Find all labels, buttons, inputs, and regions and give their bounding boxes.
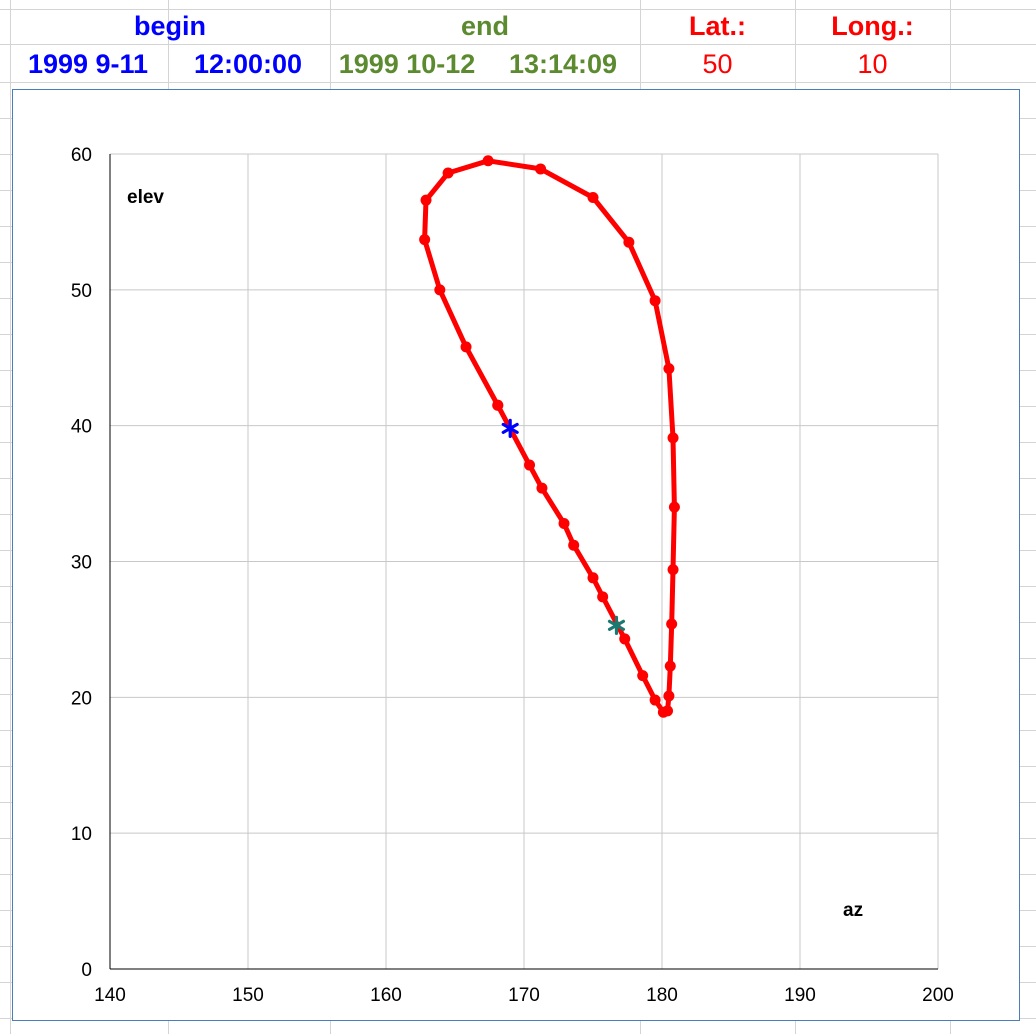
data-point bbox=[419, 234, 431, 246]
x-tick-label-180: 180 bbox=[646, 985, 678, 1006]
y-tick-label-40: 40 bbox=[71, 417, 92, 438]
tick-labels: 140 150 160 170 180 190 200 0 10 20 30 40 50 60 bbox=[71, 145, 954, 1006]
x-tick-label-140: 140 bbox=[94, 985, 126, 1006]
data-point bbox=[649, 295, 661, 307]
data-point bbox=[667, 564, 679, 576]
x-tick-label-200: 200 bbox=[922, 985, 954, 1006]
x-axis-label: az bbox=[843, 900, 863, 921]
data-point bbox=[649, 694, 661, 706]
x-tick-label-170: 170 bbox=[508, 985, 540, 1006]
data-point bbox=[663, 363, 675, 375]
lat-label: Lat.: bbox=[689, 11, 746, 41]
data-point bbox=[442, 167, 454, 179]
y-tick-label-0: 0 bbox=[81, 960, 92, 981]
data-point bbox=[597, 591, 609, 603]
data-point bbox=[492, 399, 504, 411]
lat-value: 50 bbox=[702, 49, 733, 79]
x-tick-label-160: 160 bbox=[370, 985, 402, 1006]
data-point bbox=[662, 705, 674, 717]
data-point bbox=[668, 501, 680, 513]
data-point bbox=[664, 660, 676, 672]
long-value: 10 bbox=[857, 49, 888, 79]
end-time: 13:14:09 bbox=[508, 49, 618, 79]
end-label: end bbox=[460, 11, 509, 41]
data-point bbox=[623, 236, 635, 248]
data-point bbox=[587, 572, 599, 584]
begin-time: 12:00:00 bbox=[193, 49, 303, 79]
data-point bbox=[536, 482, 548, 494]
y-tick-label-50: 50 bbox=[71, 281, 92, 302]
az-elev-chart: 140 150 160 170 180 190 2000102030405060 elev … bbox=[71, 145, 954, 1006]
data-point bbox=[524, 459, 536, 471]
chart-area[interactable]: 140 150 160 170 180 190 200 0 10 20 30 40 50 60 elev … bbox=[12, 89, 1020, 1021]
data-point bbox=[434, 284, 446, 296]
data-point bbox=[667, 432, 679, 444]
data-point bbox=[637, 670, 649, 682]
begin-label: begin bbox=[134, 11, 206, 41]
data-point bbox=[666, 618, 678, 630]
y-tick-label-20: 20 bbox=[71, 688, 92, 709]
data-point bbox=[587, 191, 599, 203]
data-point bbox=[482, 155, 494, 167]
y-tick-label-10: 10 bbox=[71, 824, 92, 845]
y-axis-label: elev bbox=[127, 187, 164, 208]
y-tick-label-30: 30 bbox=[71, 553, 92, 574]
series-line bbox=[422, 158, 677, 715]
x-tick-label-190: 190 bbox=[784, 985, 816, 1006]
gridlines bbox=[110, 153, 939, 969]
data-point bbox=[663, 690, 675, 702]
data-point bbox=[535, 163, 547, 175]
end-date: 1999 10-12 bbox=[338, 49, 476, 79]
data-point bbox=[420, 194, 432, 206]
data-point bbox=[460, 341, 472, 353]
long-label: Long.: bbox=[831, 11, 914, 41]
series-group bbox=[419, 155, 680, 718]
data-point bbox=[568, 539, 580, 551]
data-point bbox=[558, 517, 570, 529]
y-tick-label-60: 60 bbox=[71, 145, 92, 166]
begin-date: 1999 9-11 bbox=[27, 49, 149, 79]
x-tick-label-150: 150 bbox=[232, 985, 264, 1006]
data-point bbox=[619, 633, 631, 645]
